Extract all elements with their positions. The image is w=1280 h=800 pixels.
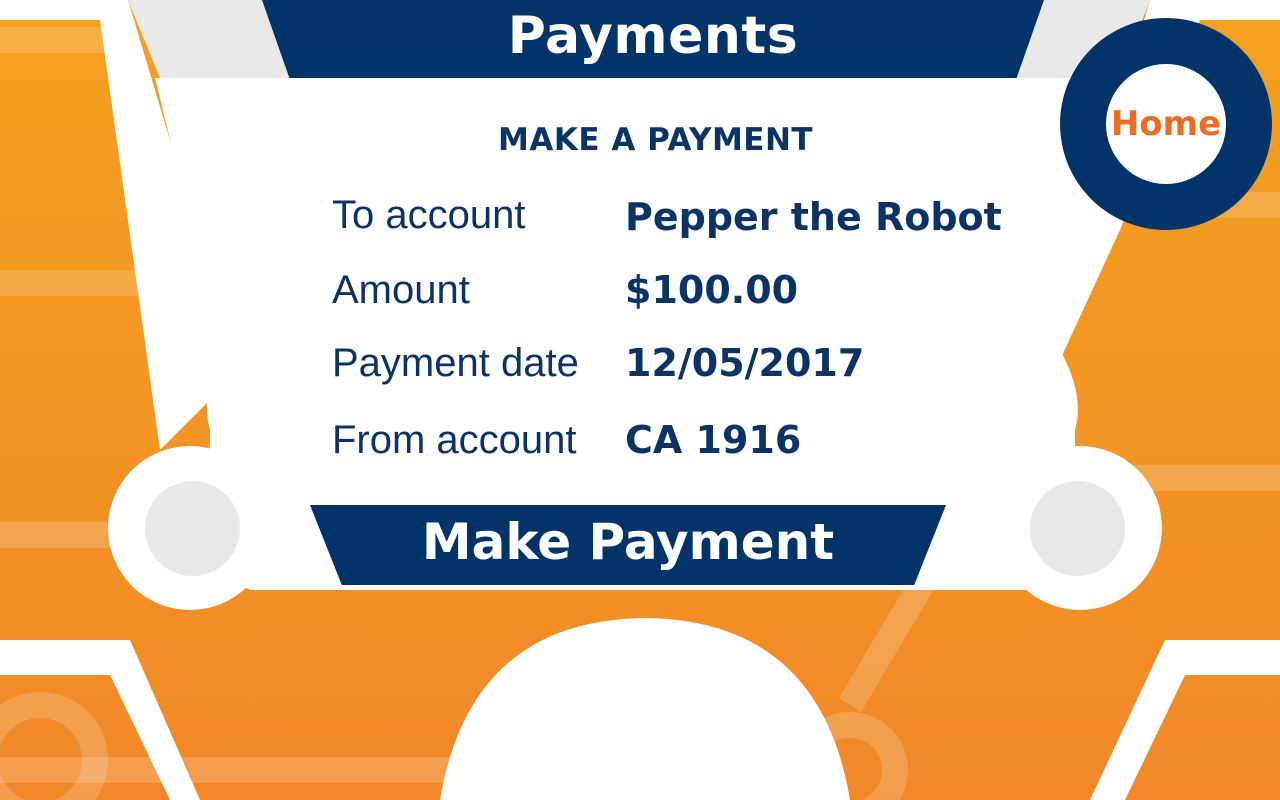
home-button[interactable]: Home bbox=[1060, 18, 1272, 230]
to-account-label: To account bbox=[332, 193, 526, 237]
amount-label: Amount bbox=[332, 268, 470, 312]
amount-value: $100.00 bbox=[625, 268, 799, 312]
payment-date-value: 12/05/2017 bbox=[625, 341, 865, 385]
title-banner: Payments bbox=[262, 0, 1044, 78]
page-title: Payments bbox=[507, 6, 799, 66]
home-button-inner[interactable]: Home bbox=[1106, 64, 1226, 184]
to-account-value: Pepper the Robot bbox=[625, 195, 1002, 239]
home-label: Home bbox=[1110, 104, 1222, 144]
from-account-value: CA 1916 bbox=[625, 418, 802, 462]
make-payment-label: Make Payment bbox=[421, 513, 835, 571]
right-knob-decoration bbox=[1030, 481, 1125, 576]
make-payment-button[interactable]: Make Payment bbox=[310, 505, 946, 585]
payment-date-label: Payment date bbox=[332, 341, 579, 385]
form-heading: MAKE A PAYMENT bbox=[498, 122, 814, 158]
left-knob-decoration bbox=[145, 481, 240, 576]
from-account-label: From account bbox=[332, 418, 577, 462]
